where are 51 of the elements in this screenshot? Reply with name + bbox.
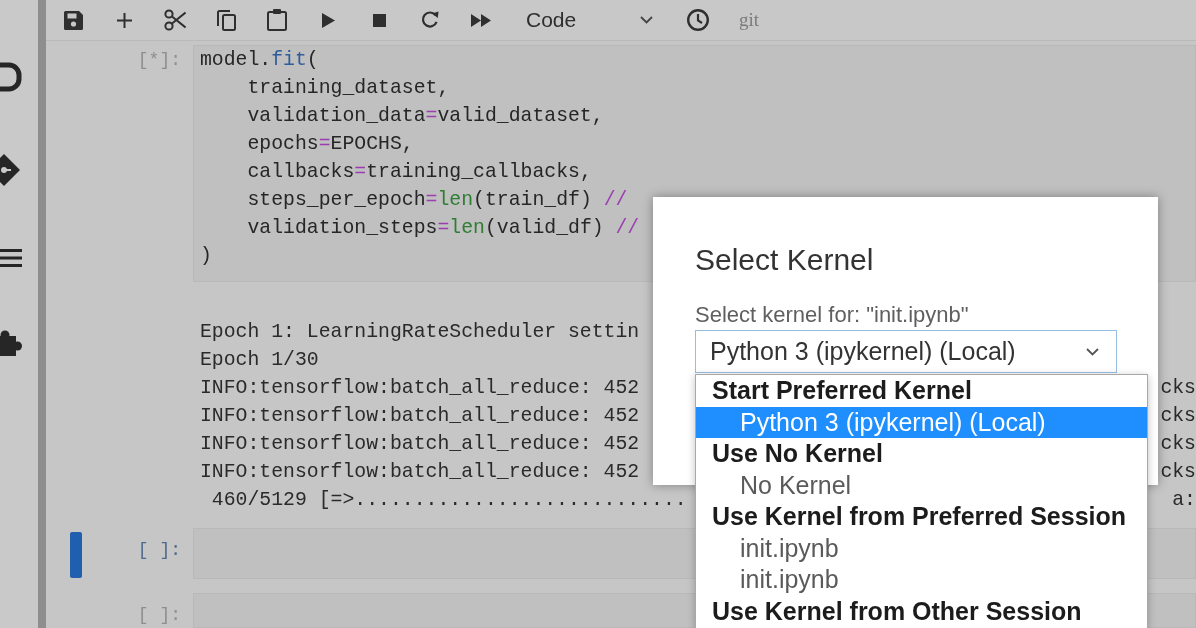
git-icon[interactable] — [0, 154, 22, 186]
output-line: INFO:tensorflow:batch_all_reduce: 452 — [200, 432, 640, 457]
output-line-fragment: a: — [1172, 488, 1196, 513]
kernel-select[interactable]: Python 3 (ipykernel) (Local) — [695, 330, 1117, 373]
stop-icon[interactable] — [372, 13, 386, 27]
restart-icon[interactable] — [421, 11, 439, 29]
caret-icon — [1086, 347, 1099, 356]
code-line: validation_data=valid_dataset, — [246, 104, 604, 129]
output-line: INFO:tensorflow:batch_all_reduce: 452 — [200, 404, 640, 429]
option-group-label: Use Kernel from Other Session — [712, 595, 1082, 627]
output-line: Epoch 1/30 — [200, 348, 319, 373]
cell-prompt: [*]: — [137, 49, 181, 72]
kernel-option[interactable]: init.ipynb — [696, 532, 1147, 564]
cell-prompt: [ ]: — [137, 604, 181, 625]
git-label: git — [739, 9, 760, 31]
output-line-fragment: cks — [1160, 432, 1196, 457]
option-group-label: Use Kernel from Preferred Session — [712, 501, 1127, 532]
output-line-fragment: cks — [1160, 460, 1196, 485]
option-group-label: Use No Kernel — [712, 438, 883, 469]
puzzle-piece-icon[interactable] — [0, 330, 22, 356]
running-sessions-icon[interactable] — [0, 62, 22, 92]
code-line: steps_per_epoch=len(train_df) // — [246, 188, 628, 213]
code-line: ) — [200, 244, 212, 269]
output-line-fragment: cks — [1160, 376, 1196, 401]
code-line: model.fit( — [200, 48, 319, 73]
save-icon[interactable] — [63, 10, 83, 30]
table-of-contents-icon[interactable] — [0, 248, 22, 268]
cell-type-dropdown[interactable]: Code — [522, 5, 657, 35]
kernel-option[interactable]: init.ipynb — [696, 564, 1147, 596]
code-line: epochs=EPOCHS, — [246, 132, 414, 157]
select-label: Select kernel for: "init.ipynb" — [695, 302, 969, 328]
caret-icon — [640, 16, 653, 24]
scissors-icon[interactable] — [164, 9, 186, 31]
code-line: validation_steps=len(valid_df) // — [246, 216, 640, 241]
output-line: INFO:tensorflow:batch_all_reduce: 452 — [200, 460, 640, 485]
fast-forward-icon[interactable] — [471, 13, 491, 27]
code-line: training_dataset, — [246, 76, 450, 101]
dialog-title: Select Kernel — [695, 242, 874, 278]
output-line: INFO:tensorflow:batch_all_reduce: 452 — [200, 376, 640, 401]
run-icon[interactable] — [321, 12, 335, 28]
option-group-label: Start Preferred Kernel — [712, 375, 972, 406]
clipboard-icon[interactable] — [267, 9, 287, 31]
clock-icon[interactable] — [687, 9, 709, 31]
plus-icon[interactable] — [115, 11, 133, 29]
output-line: 460/5129 [=>............................ — [210, 488, 687, 513]
output-line: Epoch 1: LearningRateScheduler settin — [200, 320, 640, 345]
code-line: callbacks=training_callbacks, — [246, 160, 592, 185]
copy-icon[interactable] — [216, 9, 236, 31]
kernel-option[interactable]: No Kernel — [696, 469, 1147, 501]
output-line-fragment: cks — [1160, 404, 1196, 429]
cell-prompt: [ ]: — [137, 539, 181, 560]
